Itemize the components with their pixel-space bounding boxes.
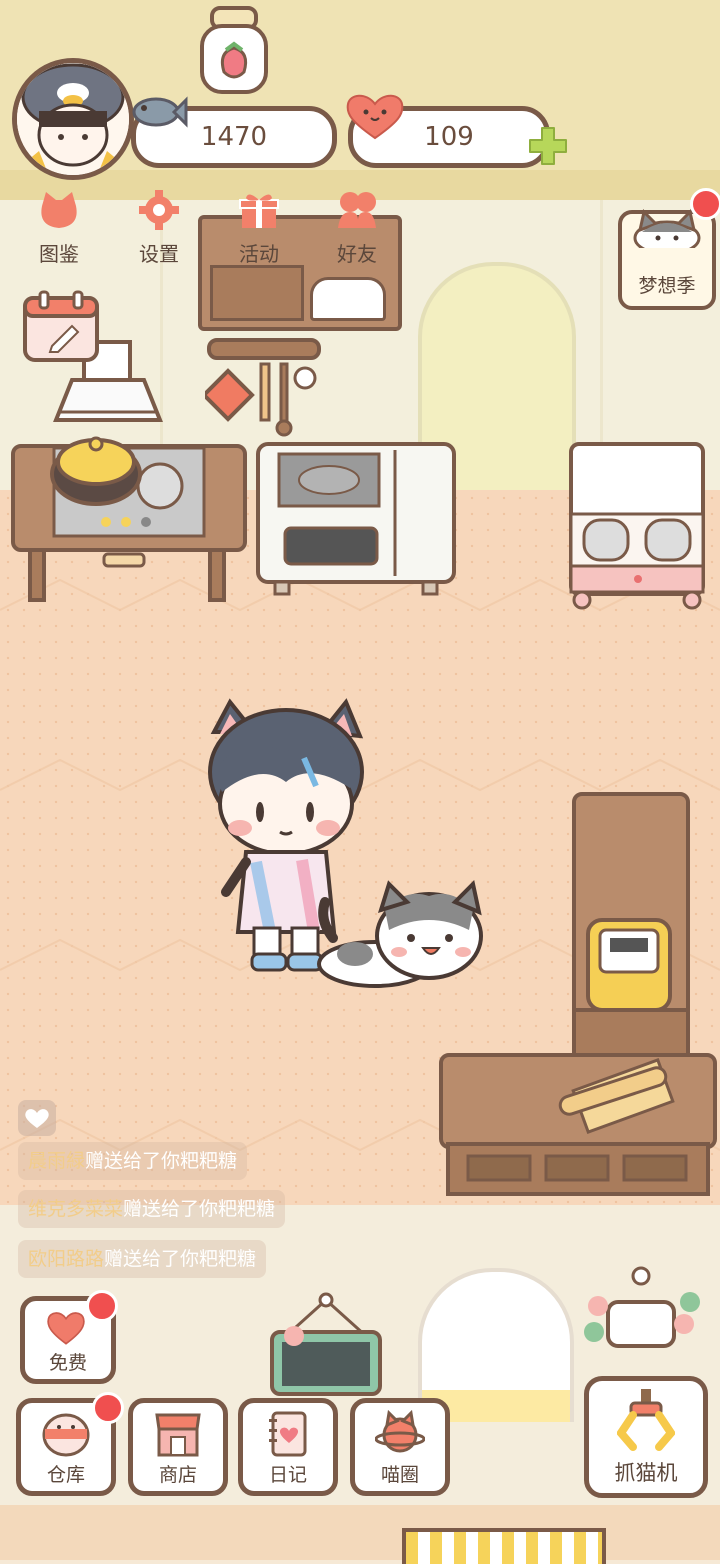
cat-planet-icon [375, 1409, 425, 1453]
friends-icon [338, 192, 376, 228]
chat-sender: 晨雨緑 [28, 1150, 86, 1172]
menu-events-button[interactable]: 活动 [214, 188, 304, 274]
chat-message: 欧阳路路赠送给了你粑粑糖 [18, 1240, 267, 1278]
lower-floor [0, 1505, 720, 1560]
heart-chat-icon [25, 1109, 49, 1128]
cat-head-icon [41, 192, 77, 228]
pink-cupboard [569, 442, 705, 610]
strawberry-jar-icon[interactable] [198, 4, 270, 96]
flower-lamp [584, 1266, 700, 1348]
menu-events-label: 活动 [239, 242, 279, 266]
stove-counter [11, 436, 247, 602]
wooden-table [439, 1053, 717, 1196]
notification-badge [690, 188, 720, 220]
hanging-sign [270, 1292, 382, 1396]
striped-rug [402, 1528, 606, 1564]
warehouse-label: 仓库 [46, 1464, 85, 1486]
player-avatar[interactable] [12, 58, 134, 180]
chat-text: 赠送给了你粑粑糖 [123, 1198, 276, 1220]
dream-season-label: 梦想季 [638, 275, 696, 297]
chat-toggle-button[interactable] [18, 1100, 56, 1136]
menu-collection-button[interactable]: 图鉴 [14, 188, 104, 274]
chat-sender: 欧阳路路 [28, 1248, 105, 1270]
chat-sender: 维克多菜菜 [28, 1198, 124, 1220]
gift-icon [239, 194, 279, 228]
menu-collection-label: 图鉴 [39, 242, 79, 266]
notification-badge [92, 1392, 124, 1424]
heart-icon [346, 94, 404, 140]
meow-circle-button[interactable]: 喵圈 [350, 1398, 450, 1496]
penguin-hat-avatar-icon [17, 63, 129, 175]
add-hearts-plus-icon[interactable] [526, 124, 570, 168]
shop-icon [155, 1413, 201, 1457]
notification-badge [86, 1290, 118, 1322]
meow-circle-label: 喵圈 [380, 1464, 419, 1486]
heart-icon [47, 1312, 85, 1345]
utensil-rack [205, 338, 321, 437]
fish-icon [132, 96, 188, 128]
menu-friends-label: 好友 [337, 242, 377, 266]
tall-cabinet [572, 792, 690, 1058]
claw-icon [617, 1389, 675, 1451]
fish-count: 1470 [200, 122, 268, 152]
shop-label: 商店 [158, 1464, 197, 1486]
chat-message: 晨雨緑赠送给了你粑粑糖 [18, 1142, 248, 1180]
diary-label: 日记 [268, 1464, 307, 1486]
free-label: 免费 [48, 1352, 87, 1374]
heart-count: 109 [424, 122, 474, 152]
menu-friends-button[interactable]: 好友 [312, 188, 402, 274]
claw-machine-label: 抓猫机 [614, 1461, 678, 1485]
menu-settings-button[interactable]: 设置 [114, 188, 204, 274]
gear-icon [139, 190, 179, 230]
chat-text: 赠送给了你粑粑糖 [104, 1248, 257, 1270]
oven-counter [256, 442, 456, 596]
diary-button[interactable]: 日记 [238, 1398, 338, 1496]
claw-machine-button[interactable]: 抓猫机 [584, 1376, 708, 1498]
shop-button[interactable]: 商店 [128, 1398, 228, 1496]
dream-season-button[interactable]: 梦想季 [618, 209, 716, 310]
chat-text: 赠送给了你粑粑糖 [85, 1150, 238, 1172]
chat-message: 维克多菜菜赠送给了你粑粑糖 [18, 1190, 286, 1228]
diary-icon [269, 1411, 307, 1457]
storage-jar-icon [42, 1413, 90, 1457]
calendar-icon[interactable] [22, 290, 100, 364]
pet-cat[interactable] [315, 880, 485, 992]
menu-settings-label: 设置 [139, 242, 179, 266]
